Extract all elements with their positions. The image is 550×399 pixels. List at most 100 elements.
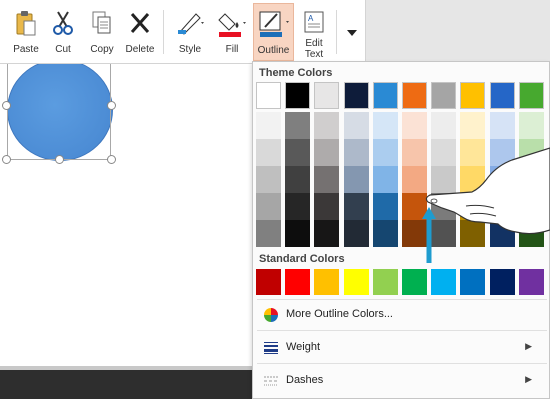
resize-handle-right[interactable]	[107, 101, 116, 110]
standard-color-swatch[interactable]	[285, 269, 311, 295]
paint-bucket-icon	[218, 13, 246, 37]
theme-colors-title: Theme Colors	[259, 67, 333, 79]
theme-color-swatch[interactable]	[343, 193, 369, 220]
shape-style-icon	[178, 13, 204, 35]
ribbon-separator	[336, 10, 337, 54]
submenu-arrow-icon: ▶	[525, 374, 532, 384]
delete-label: Delete	[125, 44, 155, 55]
edit-text-button[interactable]: A Edit Text	[298, 6, 330, 62]
standard-color-swatch[interactable]	[402, 269, 427, 295]
theme-color-swatch[interactable]	[314, 139, 340, 166]
delete-button[interactable]: Delete	[122, 6, 158, 62]
dashes-label: Dashes	[286, 374, 324, 386]
theme-color-swatch[interactable]	[285, 82, 311, 109]
copy-button[interactable]: Copy	[84, 6, 120, 62]
theme-color-swatch[interactable]	[489, 112, 515, 139]
theme-color-swatch[interactable]	[314, 220, 340, 247]
delete-x-icon	[130, 13, 150, 33]
theme-color-swatch[interactable]	[285, 139, 311, 166]
standard-colors-title: Standard Colors	[259, 253, 345, 265]
theme-color-swatch[interactable]	[372, 193, 398, 220]
menu-separator	[257, 330, 547, 331]
copy-icon	[92, 11, 111, 34]
fill-label: Fill	[225, 44, 239, 55]
theme-color-swatch[interactable]	[285, 112, 311, 139]
standard-color-swatch[interactable]	[343, 269, 369, 295]
edit-text-icon: A	[304, 11, 324, 33]
standard-color-swatch[interactable]	[489, 269, 515, 295]
paste-button[interactable]: Paste	[8, 6, 44, 62]
menu-separator	[257, 363, 547, 364]
theme-color-swatch[interactable]	[256, 193, 281, 220]
paste-label: Paste	[13, 44, 39, 55]
theme-color-swatch[interactable]	[256, 139, 281, 166]
color-wheel-icon	[264, 308, 278, 322]
edit-text-label-1: Edit	[305, 38, 323, 49]
style-button[interactable]: Style	[172, 6, 208, 62]
theme-color-swatch[interactable]	[431, 112, 457, 139]
theme-color-swatch[interactable]	[285, 166, 311, 193]
theme-color-swatch[interactable]	[431, 82, 457, 109]
theme-color-swatch[interactable]	[460, 112, 486, 139]
outline-button[interactable]: Outline	[253, 3, 294, 61]
selection-box	[7, 59, 111, 160]
theme-color-swatch[interactable]	[343, 166, 369, 193]
resize-handle-bottom-left[interactable]	[2, 155, 11, 164]
dashes-item[interactable]: Dashes ▶	[254, 365, 548, 395]
theme-color-swatch[interactable]	[372, 166, 398, 193]
standard-color-swatch[interactable]	[460, 269, 486, 295]
more-outline-colors-item[interactable]: More Outline Colors...	[254, 299, 548, 329]
more-outline-colors-label: More Outline Colors...	[286, 308, 393, 320]
fill-button[interactable]: Fill	[214, 6, 250, 62]
theme-color-swatch[interactable]	[518, 112, 544, 139]
theme-color-swatch[interactable]	[256, 112, 281, 139]
cut-label: Cut	[55, 44, 71, 55]
submenu-arrow-icon: ▶	[525, 341, 532, 351]
theme-color-swatch[interactable]	[343, 139, 369, 166]
theme-color-swatch[interactable]	[343, 220, 369, 247]
svg-text:A: A	[308, 14, 314, 23]
pointing-hand-illustration	[425, 147, 550, 235]
theme-color-swatch[interactable]	[343, 112, 369, 139]
weight-item[interactable]: Weight ▶	[254, 332, 548, 362]
theme-color-swatch[interactable]	[314, 82, 340, 109]
theme-color-swatch[interactable]	[372, 220, 398, 247]
standard-color-swatch[interactable]	[518, 269, 544, 295]
theme-color-swatch[interactable]	[402, 112, 427, 139]
resize-handle-left[interactable]	[2, 101, 11, 110]
theme-color-swatch[interactable]	[256, 220, 281, 247]
theme-color-swatch[interactable]	[285, 220, 311, 247]
cut-button[interactable]: Cut	[48, 6, 78, 62]
resize-handle-bottom[interactable]	[55, 155, 64, 164]
theme-color-swatch[interactable]	[372, 139, 398, 166]
theme-color-swatch[interactable]	[343, 82, 369, 109]
standard-color-swatch[interactable]	[314, 269, 340, 295]
theme-color-swatch[interactable]	[460, 82, 486, 109]
theme-color-swatch[interactable]	[489, 82, 515, 109]
ribbon-separator	[163, 10, 164, 54]
ribbon-toolbar: Paste Cut Copy Delete Style Fill Outline…	[0, 0, 366, 64]
weight-label: Weight	[286, 341, 321, 353]
copy-label: Copy	[90, 44, 114, 55]
theme-color-swatch[interactable]	[372, 112, 398, 139]
scissors-icon	[53, 11, 73, 35]
theme-color-swatch[interactable]	[256, 82, 281, 109]
theme-color-swatch[interactable]	[402, 82, 427, 109]
standard-color-swatch[interactable]	[256, 269, 281, 295]
theme-color-swatch[interactable]	[256, 166, 281, 193]
theme-color-swatch[interactable]	[285, 193, 311, 220]
more-options-button[interactable]	[342, 6, 362, 62]
theme-color-swatch[interactable]	[314, 193, 340, 220]
outline-label: Outline	[257, 45, 290, 56]
theme-color-swatch[interactable]	[314, 166, 340, 193]
theme-color-swatch[interactable]	[372, 82, 398, 109]
theme-color-swatch[interactable]	[314, 112, 340, 139]
theme-color-swatch[interactable]	[518, 82, 544, 109]
dropdown-triangle-icon	[347, 30, 357, 36]
standard-color-swatch[interactable]	[372, 269, 398, 295]
standard-color-swatch[interactable]	[431, 269, 457, 295]
edit-text-label-2: Text	[304, 49, 324, 60]
style-label: Style	[178, 44, 202, 55]
resize-handle-bottom-right[interactable]	[107, 155, 116, 164]
dashes-icon	[264, 376, 278, 386]
